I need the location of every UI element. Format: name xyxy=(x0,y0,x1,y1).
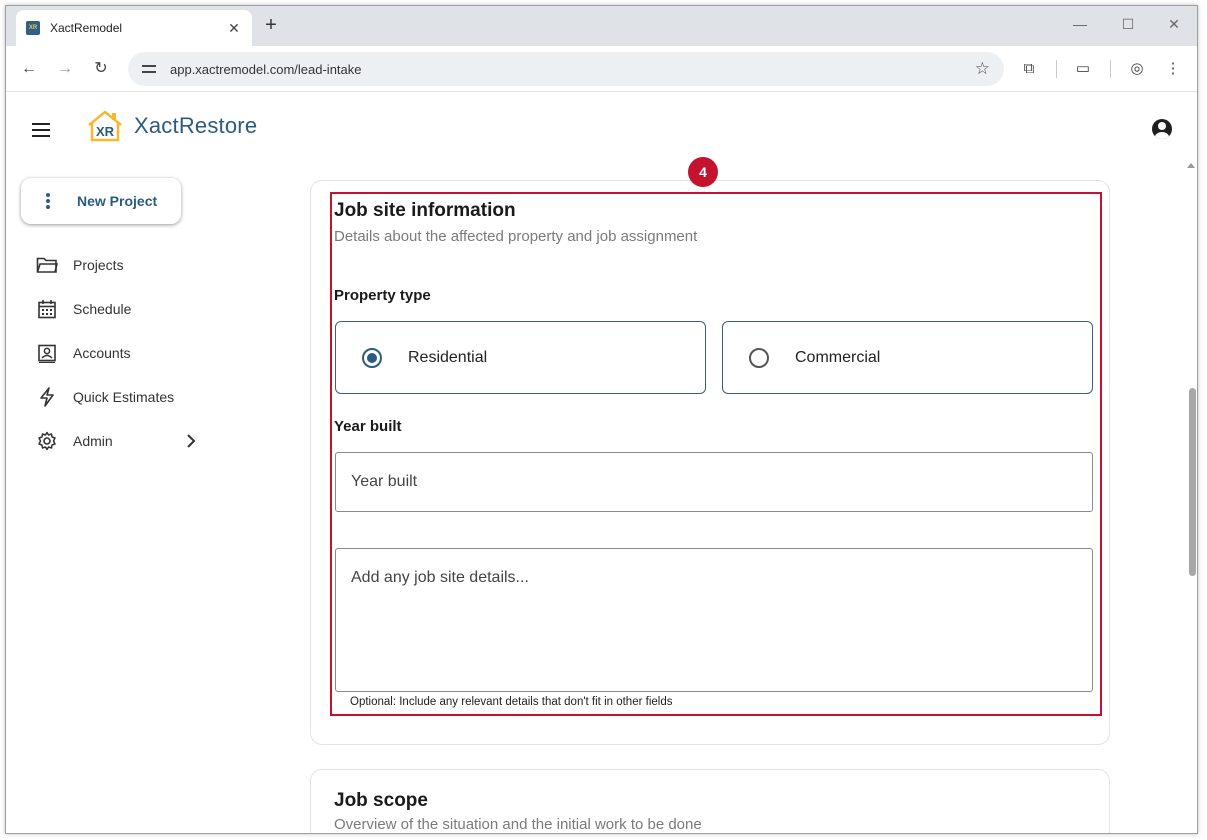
gear-icon xyxy=(36,430,58,452)
new-project-button[interactable]: New Project xyxy=(21,178,181,224)
new-project-label: New Project xyxy=(77,193,158,209)
brand-logo[interactable]: XR XactRestore xyxy=(86,109,257,143)
radio-label: Residential xyxy=(408,348,488,366)
lightning-icon xyxy=(36,386,58,408)
more-vertical-icon xyxy=(46,193,50,209)
close-window-button[interactable]: ✕ xyxy=(1164,16,1184,33)
browser-toolbar: ← → ↻ app.xactremodel.com/lead-intake ☆ … xyxy=(6,46,1197,92)
browser-menu-icon[interactable]: ⋮ xyxy=(1162,58,1184,80)
sidebar-item-label: Quick Estimates xyxy=(73,389,175,405)
job-scope-title: Job scope xyxy=(334,790,428,811)
app-viewport: XR XactRestore New Project Projects Sche… xyxy=(6,93,1197,833)
reload-icon[interactable]: ↻ xyxy=(90,58,112,80)
tab-title: XactRemodel xyxy=(50,21,123,35)
new-tab-button[interactable]: + xyxy=(260,14,282,36)
radio-residential[interactable]: Residential xyxy=(335,321,706,394)
house-logo-icon: XR xyxy=(86,109,124,143)
address-bar[interactable]: app.xactremodel.com/lead-intake ☆ xyxy=(128,52,1004,86)
calendar-icon xyxy=(36,298,58,320)
toolbar-divider xyxy=(1110,60,1111,78)
forward-icon[interactable]: → xyxy=(54,58,76,80)
tab-search-icon[interactable]: ▭ xyxy=(1072,58,1094,80)
brand-name: XactRestore xyxy=(134,113,258,138)
sidebar-item-label: Projects xyxy=(73,257,124,273)
profile-icon[interactable]: ◎ xyxy=(1126,58,1148,80)
radio-checked-icon[interactable] xyxy=(362,347,382,368)
browser-window: XR XactRemodel ✕ + — ☐ ✕ ← → ↻ app.xactr… xyxy=(5,5,1198,834)
scrollbar-thumb[interactable] xyxy=(1189,388,1196,576)
sidebar-item-label: Admin xyxy=(73,433,113,449)
url-text[interactable]: app.xactremodel.com/lead-intake xyxy=(170,62,975,77)
sidebar-item-admin[interactable]: Admin xyxy=(36,419,206,463)
sidebar-item-quick-estimates[interactable]: Quick Estimates xyxy=(36,375,206,419)
chevron-right-icon[interactable] xyxy=(186,433,196,449)
browser-tab[interactable]: XR XactRemodel ✕ xyxy=(16,10,252,46)
sidebar-item-schedule[interactable]: Schedule xyxy=(36,287,206,331)
radio-label: Commercial xyxy=(795,348,881,366)
property-type-label: Property type xyxy=(334,287,431,304)
job-site-details-textarea[interactable] xyxy=(335,548,1093,692)
year-built-input[interactable] xyxy=(335,452,1093,512)
folder-icon xyxy=(36,254,58,276)
svg-text:XR: XR xyxy=(96,124,115,139)
step-marker-badge: 4 xyxy=(688,157,718,187)
favicon-icon: XR xyxy=(26,21,40,35)
extensions-icon[interactable]: ⧉ xyxy=(1018,58,1040,80)
sidebar-item-accounts[interactable]: Accounts xyxy=(36,331,206,375)
radio-unchecked-icon[interactable] xyxy=(749,347,769,368)
site-settings-icon[interactable] xyxy=(142,63,156,75)
details-hint: Optional: Include any relevant details t… xyxy=(350,696,673,708)
tab-close-icon[interactable]: ✕ xyxy=(226,20,242,37)
section-subtitle: Details about the affected property and … xyxy=(334,228,698,245)
account-circle-icon[interactable] xyxy=(1152,119,1172,139)
maximize-button[interactable]: ☐ xyxy=(1118,16,1138,33)
tab-strip: XR XactRemodel ✕ + — ☐ ✕ xyxy=(6,6,1197,46)
section-title: Job site information xyxy=(334,200,516,221)
sidebar-item-projects[interactable]: Projects xyxy=(36,243,206,287)
back-icon[interactable]: ← xyxy=(18,58,40,80)
sidebar-nav: Projects Schedule Accounts Quick Estimat… xyxy=(36,243,206,463)
minimize-button[interactable]: — xyxy=(1070,16,1090,32)
scroll-up-arrow-icon[interactable] xyxy=(1187,163,1195,168)
sidebar-item-label: Schedule xyxy=(73,301,132,317)
hamburger-menu-icon[interactable] xyxy=(32,123,50,137)
job-scope-subtitle: Overview of the situation and the initia… xyxy=(334,816,702,833)
contact-card-icon xyxy=(36,342,58,364)
year-built-label: Year built xyxy=(334,418,402,435)
toolbar-divider xyxy=(1056,60,1057,78)
radio-commercial[interactable]: Commercial xyxy=(722,321,1093,394)
bookmark-star-icon[interactable]: ☆ xyxy=(975,59,990,79)
sidebar-item-label: Accounts xyxy=(73,345,131,361)
